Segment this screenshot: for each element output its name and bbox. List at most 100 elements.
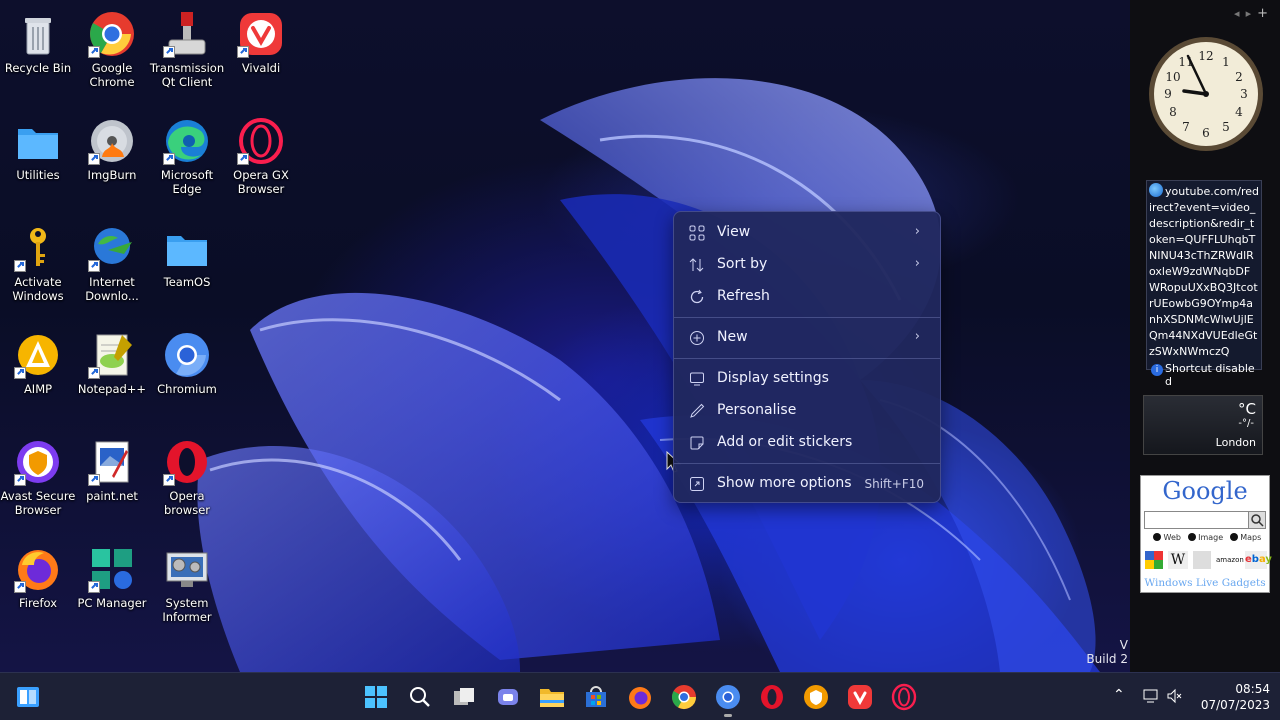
desktop-icon-activate-windows[interactable]: Activate Windows: [0, 224, 76, 303]
radio-maps[interactable]: Maps: [1229, 533, 1261, 542]
search-button[interactable]: [406, 683, 434, 711]
desktop-icon-firefox[interactable]: Firefox: [0, 545, 76, 610]
clock-gadget[interactable]: 12 12 345 678 91011: [1148, 36, 1264, 152]
opera-gx-taskbar-button[interactable]: [890, 683, 918, 711]
desktop-icon-opera-gx[interactable]: Opera GX Browser: [223, 117, 299, 196]
desktop-icon-label: Transmission Qt Client: [149, 61, 225, 89]
pc-manager-icon: [88, 545, 136, 593]
menu-item-view[interactable]: View ›: [678, 218, 936, 248]
menu-item-label: Sort by: [717, 256, 768, 272]
menu-item-add-or-edit-stickers[interactable]: Add or edit stickers: [678, 428, 936, 458]
temperature-range: -°/-: [1238, 418, 1254, 429]
menu-item-shortcut: Shift+F10: [864, 477, 924, 491]
desktop-icon-opera-browser[interactable]: Opera browser: [149, 438, 225, 517]
menu-item-sort-by[interactable]: Sort by ›: [678, 250, 936, 280]
desktop-icon-microsoft-edge[interactable]: Microsoft Edge: [149, 117, 225, 196]
desktop-icon-vivaldi[interactable]: Vivaldi: [223, 10, 299, 75]
show-hidden-icons-button[interactable]: ⌃: [1113, 687, 1125, 703]
shortcut-status: i Shortcut disabled: [1149, 362, 1259, 388]
desktop-icon-pc-manager[interactable]: PC Manager: [74, 545, 150, 610]
teams-chat-button[interactable]: [494, 683, 522, 711]
google-search-input[interactable]: [1144, 511, 1250, 529]
clock-tray[interactable]: 08:54 07/07/2023: [1201, 681, 1270, 713]
desktop-icon-system-informer[interactable]: System Informer: [149, 545, 225, 624]
desktop-icon-teamos[interactable]: TeamOS: [149, 224, 225, 289]
amazon-icon[interactable]: amazon: [1216, 551, 1244, 569]
paint-net-icon: [88, 438, 136, 486]
chevron-right-icon: ›: [914, 224, 920, 239]
task-view-button[interactable]: [450, 683, 478, 711]
show-desktop-widget-button[interactable]: [14, 683, 42, 711]
microsoft-store-button[interactable]: [582, 683, 610, 711]
volume-muted-icon[interactable]: [1166, 687, 1184, 709]
watermark-line-1: V: [1119, 638, 1128, 652]
svg-text:9: 9: [1164, 87, 1172, 101]
chromium-taskbar-button[interactable]: [714, 683, 742, 717]
firefox-taskbar-button[interactable]: [626, 683, 654, 711]
menu-item-display-settings[interactable]: Display settings: [678, 364, 936, 394]
opera-taskbar-button[interactable]: [758, 683, 786, 711]
grid-icon: [689, 225, 705, 241]
weather-gadget[interactable]: °C -°/- London: [1143, 395, 1263, 455]
radio-web[interactable]: Web: [1153, 533, 1181, 542]
add-gadget-icon[interactable]: +: [1257, 6, 1274, 21]
desktop-icon-label: Opera GX Browser: [233, 168, 289, 196]
sort-icon: [689, 258, 704, 272]
chromium-icon: [163, 331, 211, 379]
desktop-icon-avast-secure-browser[interactable]: Avast Secure Browser: [0, 438, 76, 517]
chevron-right-icon: ›: [914, 256, 920, 271]
menu-item-label: Add or edit stickers: [717, 434, 853, 450]
desktop-icon-label: Internet Downlo...: [85, 275, 139, 303]
desktop-icon-imgburn[interactable]: ImgBurn: [74, 117, 150, 182]
vivaldi-icon: [237, 10, 285, 58]
avast-taskbar-button[interactable]: [802, 683, 830, 711]
previous-arrow-icon[interactable]: ◂: [1234, 7, 1246, 20]
network-icon[interactable]: [1142, 687, 1160, 709]
folder-icon: [163, 224, 211, 272]
url-gadget[interactable]: youtube.com/redirect?event=video_descrip…: [1146, 180, 1262, 388]
display-icon: [690, 372, 704, 386]
menu-item-new[interactable]: New ›: [678, 323, 936, 353]
svg-text:7: 7: [1182, 120, 1190, 134]
menu-item-refresh[interactable]: Refresh: [678, 282, 936, 312]
build-watermark: V Build 2: [1086, 638, 1128, 666]
menu-item-label: Show more options: [717, 475, 852, 491]
chrome-icon: [88, 10, 136, 58]
opera-icon: [163, 438, 211, 486]
youtube-icon[interactable]: [1193, 551, 1211, 569]
sticker-icon: [690, 436, 704, 450]
chevron-right-icon: ›: [914, 329, 920, 344]
key-icon: [14, 224, 62, 272]
menu-item-personalise[interactable]: Personalise: [678, 396, 936, 426]
ebay-icon[interactable]: ebay: [1245, 551, 1272, 569]
desktop-icon-notepad-plus-plus[interactable]: Notepad++: [74, 331, 150, 396]
desktop-icon-recycle-bin[interactable]: Recycle Bin: [0, 10, 76, 75]
menu-item-show-more-options[interactable]: Show more options Shift+F10: [678, 469, 936, 499]
chrome-taskbar-button[interactable]: [670, 683, 698, 711]
desktop-icon-paint-net[interactable]: paint.net: [74, 438, 150, 503]
desktop-icon-transmission[interactable]: Transmission Qt Client: [149, 10, 225, 89]
start-button[interactable]: [362, 683, 390, 711]
desktop-icon-internet-download-manager[interactable]: Internet Downlo...: [74, 224, 150, 303]
shortcut-arrow-icon: [163, 153, 175, 165]
wikipedia-icon[interactable]: W: [1168, 551, 1188, 569]
desktop-icon-aimp[interactable]: AIMP: [0, 331, 76, 396]
aimp-icon: [14, 331, 62, 379]
weather-city: London: [1215, 436, 1256, 449]
desktop-icon-label: Recycle Bin: [4, 61, 72, 75]
radio-image[interactable]: Image: [1187, 533, 1223, 542]
desktop[interactable]: Recycle Bin Utilities Activate Windows AI…: [0, 0, 1130, 672]
expand-icon: [690, 477, 704, 491]
google-provider-icon[interactable]: [1145, 551, 1163, 569]
file-explorer-button[interactable]: [538, 683, 566, 711]
desktop-icon-google-chrome[interactable]: Google Chrome: [74, 10, 150, 89]
vivaldi-taskbar-button[interactable]: [846, 683, 874, 711]
search-icon[interactable]: [1248, 511, 1266, 529]
desktop-icon-label: ImgBurn: [87, 168, 137, 182]
radio-label: Web: [1163, 533, 1181, 542]
desktop-icon-chromium[interactable]: Chromium: [149, 331, 225, 396]
desktop-icon-utilities[interactable]: Utilities: [0, 117, 76, 182]
gadget-footer-link[interactable]: Windows Live Gadgets: [1141, 577, 1269, 589]
system-informer-icon: [163, 545, 211, 593]
next-arrow-icon[interactable]: ▸: [1246, 7, 1258, 20]
